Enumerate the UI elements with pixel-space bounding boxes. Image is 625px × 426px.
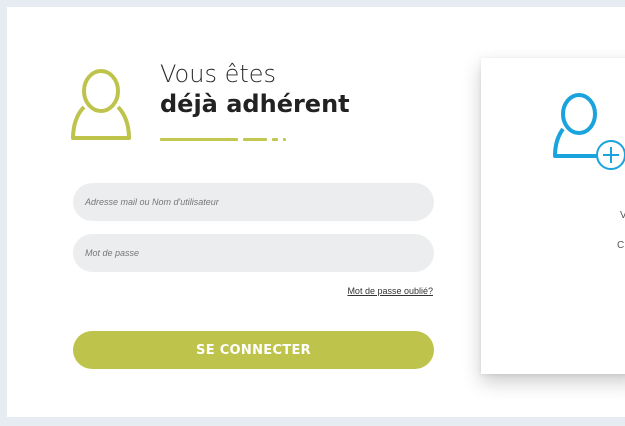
signup-text-line-2: C	[617, 240, 625, 251]
title-underline-dot	[272, 138, 278, 141]
login-button[interactable]: SE CONNECTER	[73, 331, 434, 369]
user-icon	[71, 69, 131, 140]
title-line-2: déjà adhérent	[160, 90, 350, 118]
title-underline-dash	[243, 138, 267, 141]
email-placeholder: Adresse mail ou Nom d'utilisateur	[85, 197, 219, 207]
password-field[interactable]: Mot de passe	[73, 234, 434, 272]
login-button-label: SE CONNECTER	[196, 342, 311, 358]
email-field[interactable]: Adresse mail ou Nom d'utilisateur	[73, 183, 434, 221]
title-underline	[160, 138, 238, 141]
title-underline-dot	[283, 138, 286, 141]
forgot-password-link[interactable]: Mot de passe oublié?	[300, 286, 433, 296]
password-placeholder: Mot de passe	[85, 248, 140, 258]
user-plus-icon	[553, 93, 625, 170]
signup-text-line-1: V	[620, 210, 625, 221]
title-line-1: Vous êtes	[160, 60, 277, 88]
